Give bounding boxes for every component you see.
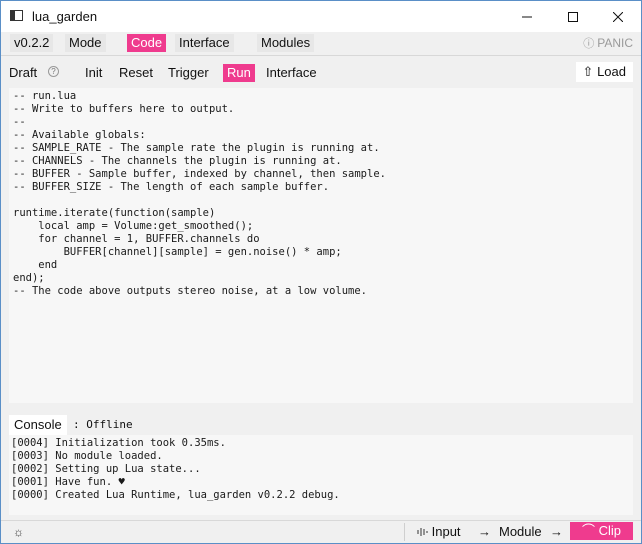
app-icon (10, 10, 23, 21)
info-icon: ⓘ (583, 38, 595, 50)
close-icon (613, 11, 623, 22)
theme-toggle-icon[interactable]: ☼ (13, 525, 24, 539)
tab-reset[interactable]: Reset (115, 64, 157, 82)
bottom-bar: ☼ Input → Module → ⌒ Clip (1, 521, 641, 543)
code-editor[interactable]: -- run.lua -- Write to buffers here to o… (9, 88, 633, 403)
close-button[interactable] (595, 1, 641, 32)
menu-modules[interactable]: Modules (257, 34, 315, 52)
tab-run[interactable]: Run (223, 64, 255, 82)
input-label: Input (431, 524, 461, 539)
maximize-button[interactable] (550, 1, 596, 32)
clip-button[interactable]: ⌒ Clip (570, 522, 633, 540)
version-label: v0.2.2 (10, 34, 54, 52)
console-label: Console (9, 415, 67, 435)
waveform-icon (417, 528, 428, 536)
minimize-icon (522, 16, 532, 17)
menu-mode[interactable]: Mode (65, 34, 106, 52)
console-output[interactable]: [0004] Initialization took 0.35ms. [0003]… (9, 435, 633, 515)
module-button[interactable]: Module (499, 524, 542, 540)
panic-button[interactable]: ⓘ PANIC (583, 34, 633, 52)
arrow-icon: → (550, 524, 563, 539)
console-line: [0002] Setting up Lua state... (11, 463, 201, 475)
console-line: [0004] Initialization took 0.35ms. (11, 437, 226, 449)
help-icon[interactable]: ? (48, 66, 59, 77)
app-window: lua_garden v0.2.2 Mode Code Interface Mo… (0, 0, 642, 544)
top-menu: v0.2.2 Mode Code Interface Modules ⓘ PANI… (1, 32, 641, 54)
clip-label: Clip (598, 523, 622, 538)
clip-wave-icon: ⌒ (581, 523, 595, 538)
arrow-icon: → (478, 524, 491, 539)
tab-init[interactable]: Init (81, 64, 106, 82)
tab-interface[interactable]: Interface (262, 64, 321, 82)
load-label: Load (597, 64, 626, 79)
title-bar[interactable]: lua_garden (1, 1, 641, 32)
input-button[interactable]: Input (417, 524, 461, 540)
load-button[interactable]: ⇧ Load (575, 62, 633, 82)
upload-icon: ⇧ (582, 64, 594, 79)
console-line: [0003] No module loaded. (11, 450, 163, 462)
draft-bar: Draft ? Init Reset Trigger Run Interface… (1, 56, 641, 88)
draft-label: Draft (9, 65, 38, 80)
console-status: : Offline (73, 418, 133, 431)
divider (404, 523, 405, 541)
console-line: [0000] Created Lua Runtime, lua_garden v… (11, 489, 340, 501)
console-header: Console : Offline (9, 415, 633, 435)
menu-code[interactable]: Code (127, 34, 167, 52)
window-title: lua_garden (32, 9, 98, 24)
maximize-icon (568, 11, 578, 22)
console-line: [0001] Have fun. ♥ (11, 476, 125, 488)
tab-trigger[interactable]: Trigger (164, 64, 213, 82)
menu-interface[interactable]: Interface (175, 34, 234, 52)
panic-label: PANIC (597, 36, 633, 50)
minimize-button[interactable] (504, 1, 550, 32)
